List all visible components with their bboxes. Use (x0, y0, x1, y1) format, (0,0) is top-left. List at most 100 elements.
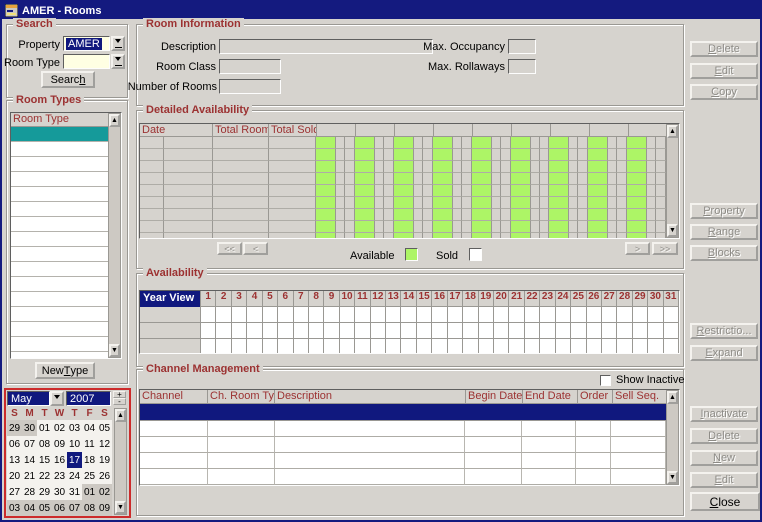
channel-row[interactable] (140, 437, 666, 453)
calendar-day[interactable]: 17 (67, 452, 82, 468)
calendar-day[interactable]: 11 (82, 436, 97, 452)
room-type-row[interactable] (11, 352, 108, 358)
calendar-month-select[interactable]: May (7, 391, 50, 406)
calendar-day[interactable]: 07 (22, 436, 37, 452)
room-class-field[interactable] (219, 59, 281, 74)
calendar-day[interactable]: 22 (37, 468, 52, 484)
room-type-row[interactable] (11, 202, 108, 217)
spinner-down-icon[interactable]: - (113, 398, 126, 406)
room-type-row[interactable] (11, 157, 108, 172)
room-type-row[interactable] (11, 217, 108, 232)
room-type-row[interactable] (11, 277, 108, 292)
calendar-day[interactable]: 21 (22, 468, 37, 484)
scroll-down-icon[interactable]: ▼ (667, 471, 678, 484)
scroll-down-icon[interactable]: ▼ (667, 224, 678, 237)
delete-room-button[interactable]: Delete (690, 41, 758, 57)
calendar-day[interactable]: 07 (67, 500, 82, 516)
property-lov-button[interactable] (111, 36, 125, 51)
nav-first-button[interactable]: << (217, 242, 242, 255)
calendar-day[interactable]: 01 (37, 420, 52, 436)
calendar-day[interactable]: 15 (37, 452, 52, 468)
room-type-row[interactable] (11, 337, 108, 352)
calendar-day[interactable]: 05 (37, 500, 52, 516)
edit-channel-button[interactable]: Edit (690, 472, 758, 488)
range-button[interactable]: Range (690, 224, 758, 240)
calendar-day[interactable]: 18 (82, 452, 97, 468)
calendar-day[interactable]: 04 (22, 500, 37, 516)
calendar-day[interactable]: 05 (97, 420, 112, 436)
channel-row[interactable] (140, 421, 666, 437)
calendar-scrollbar[interactable]: ▲ ▼ (114, 408, 127, 515)
calendar-day[interactable]: 31 (67, 484, 82, 500)
number-of-rooms-field[interactable] (219, 79, 281, 94)
room-type-row[interactable] (11, 187, 108, 202)
blocks-button[interactable]: Blocks (690, 245, 758, 261)
calendar-day[interactable]: 10 (67, 436, 82, 452)
calendar-day[interactable]: 27 (7, 484, 22, 500)
room-type-row[interactable] (11, 262, 108, 277)
detailed-availability-scrollbar[interactable]: ▲ ▼ (666, 124, 679, 238)
room-type-row[interactable] (11, 322, 108, 337)
room-type-lov-button[interactable] (111, 54, 125, 69)
show-inactive-checkbox[interactable] (600, 375, 611, 386)
calendar-day[interactable]: 29 (7, 420, 22, 436)
scroll-up-icon[interactable]: ▲ (109, 114, 120, 127)
calendar-day[interactable]: 20 (7, 468, 22, 484)
calendar-day[interactable]: 30 (52, 484, 67, 500)
search-button[interactable]: Searc h (41, 71, 95, 88)
year-view-cell[interactable]: Year View (140, 291, 201, 307)
scroll-up-icon[interactable]: ▲ (667, 125, 678, 138)
calendar-day[interactable]: 12 (97, 436, 112, 452)
calendar-day[interactable]: 04 (82, 420, 97, 436)
channel-row[interactable] (140, 453, 666, 469)
room-type-row[interactable] (11, 247, 108, 262)
calendar-day[interactable]: 08 (82, 500, 97, 516)
property-button[interactable]: Property (690, 203, 758, 219)
calendar-day[interactable]: 23 (52, 468, 67, 484)
room-type-input[interactable] (63, 54, 110, 69)
calendar-day[interactable]: 25 (82, 468, 97, 484)
scroll-up-icon[interactable]: ▲ (115, 409, 126, 422)
copy-room-button[interactable]: Copy (690, 84, 758, 100)
description-field[interactable] (219, 39, 433, 54)
calendar-month-dropdown-icon[interactable] (50, 391, 64, 406)
nav-next-button[interactable]: > (625, 242, 650, 255)
expand-button[interactable]: Expand (690, 345, 758, 361)
calendar-day[interactable]: 08 (37, 436, 52, 452)
calendar-day[interactable]: 14 (22, 452, 37, 468)
channel-row[interactable] (140, 469, 666, 485)
scroll-up-icon[interactable]: ▲ (667, 391, 678, 404)
calendar-day[interactable]: 09 (97, 500, 112, 516)
calendar-day[interactable]: 02 (97, 484, 112, 500)
new-type-button[interactable]: New Type (35, 362, 95, 379)
calendar-day[interactable]: 13 (7, 452, 22, 468)
calendar-day[interactable]: 03 (67, 420, 82, 436)
calendar-day[interactable]: 28 (22, 484, 37, 500)
scroll-down-icon[interactable]: ▼ (109, 344, 120, 357)
calendar-day[interactable]: 02 (52, 420, 67, 436)
calendar-day[interactable]: 03 (7, 500, 22, 516)
calendar-day[interactable]: 19 (97, 452, 112, 468)
calendar-day[interactable]: 24 (67, 468, 82, 484)
calendar-day[interactable]: 30 (22, 420, 37, 436)
room-type-row[interactable] (11, 142, 108, 157)
property-input[interactable]: AMER (63, 36, 110, 51)
nav-last-button[interactable]: >> (652, 242, 678, 255)
restriction-button[interactable]: Restrictio... (690, 323, 758, 339)
close-button[interactable]: Close (690, 492, 760, 511)
inactivate-button[interactable]: Inactivate (690, 406, 758, 422)
room-type-row[interactable] (11, 292, 108, 307)
calendar-year-field[interactable]: 2007 (66, 391, 111, 406)
calendar-year-spinner[interactable]: + - (113, 391, 126, 406)
scroll-down-icon[interactable]: ▼ (115, 501, 126, 514)
calendar-day[interactable]: 06 (7, 436, 22, 452)
calendar-day[interactable]: 16 (52, 452, 67, 468)
calendar-day[interactable]: 26 (97, 468, 112, 484)
room-types-scrollbar[interactable]: ▲ ▼ (108, 113, 121, 358)
room-type-row[interactable] (11, 127, 108, 142)
new-channel-button[interactable]: New (690, 450, 758, 466)
room-type-row[interactable] (11, 172, 108, 187)
channel-table-scrollbar[interactable]: ▲ ▼ (666, 390, 679, 485)
room-type-row[interactable] (11, 232, 108, 247)
nav-prev-button[interactable]: < (243, 242, 268, 255)
